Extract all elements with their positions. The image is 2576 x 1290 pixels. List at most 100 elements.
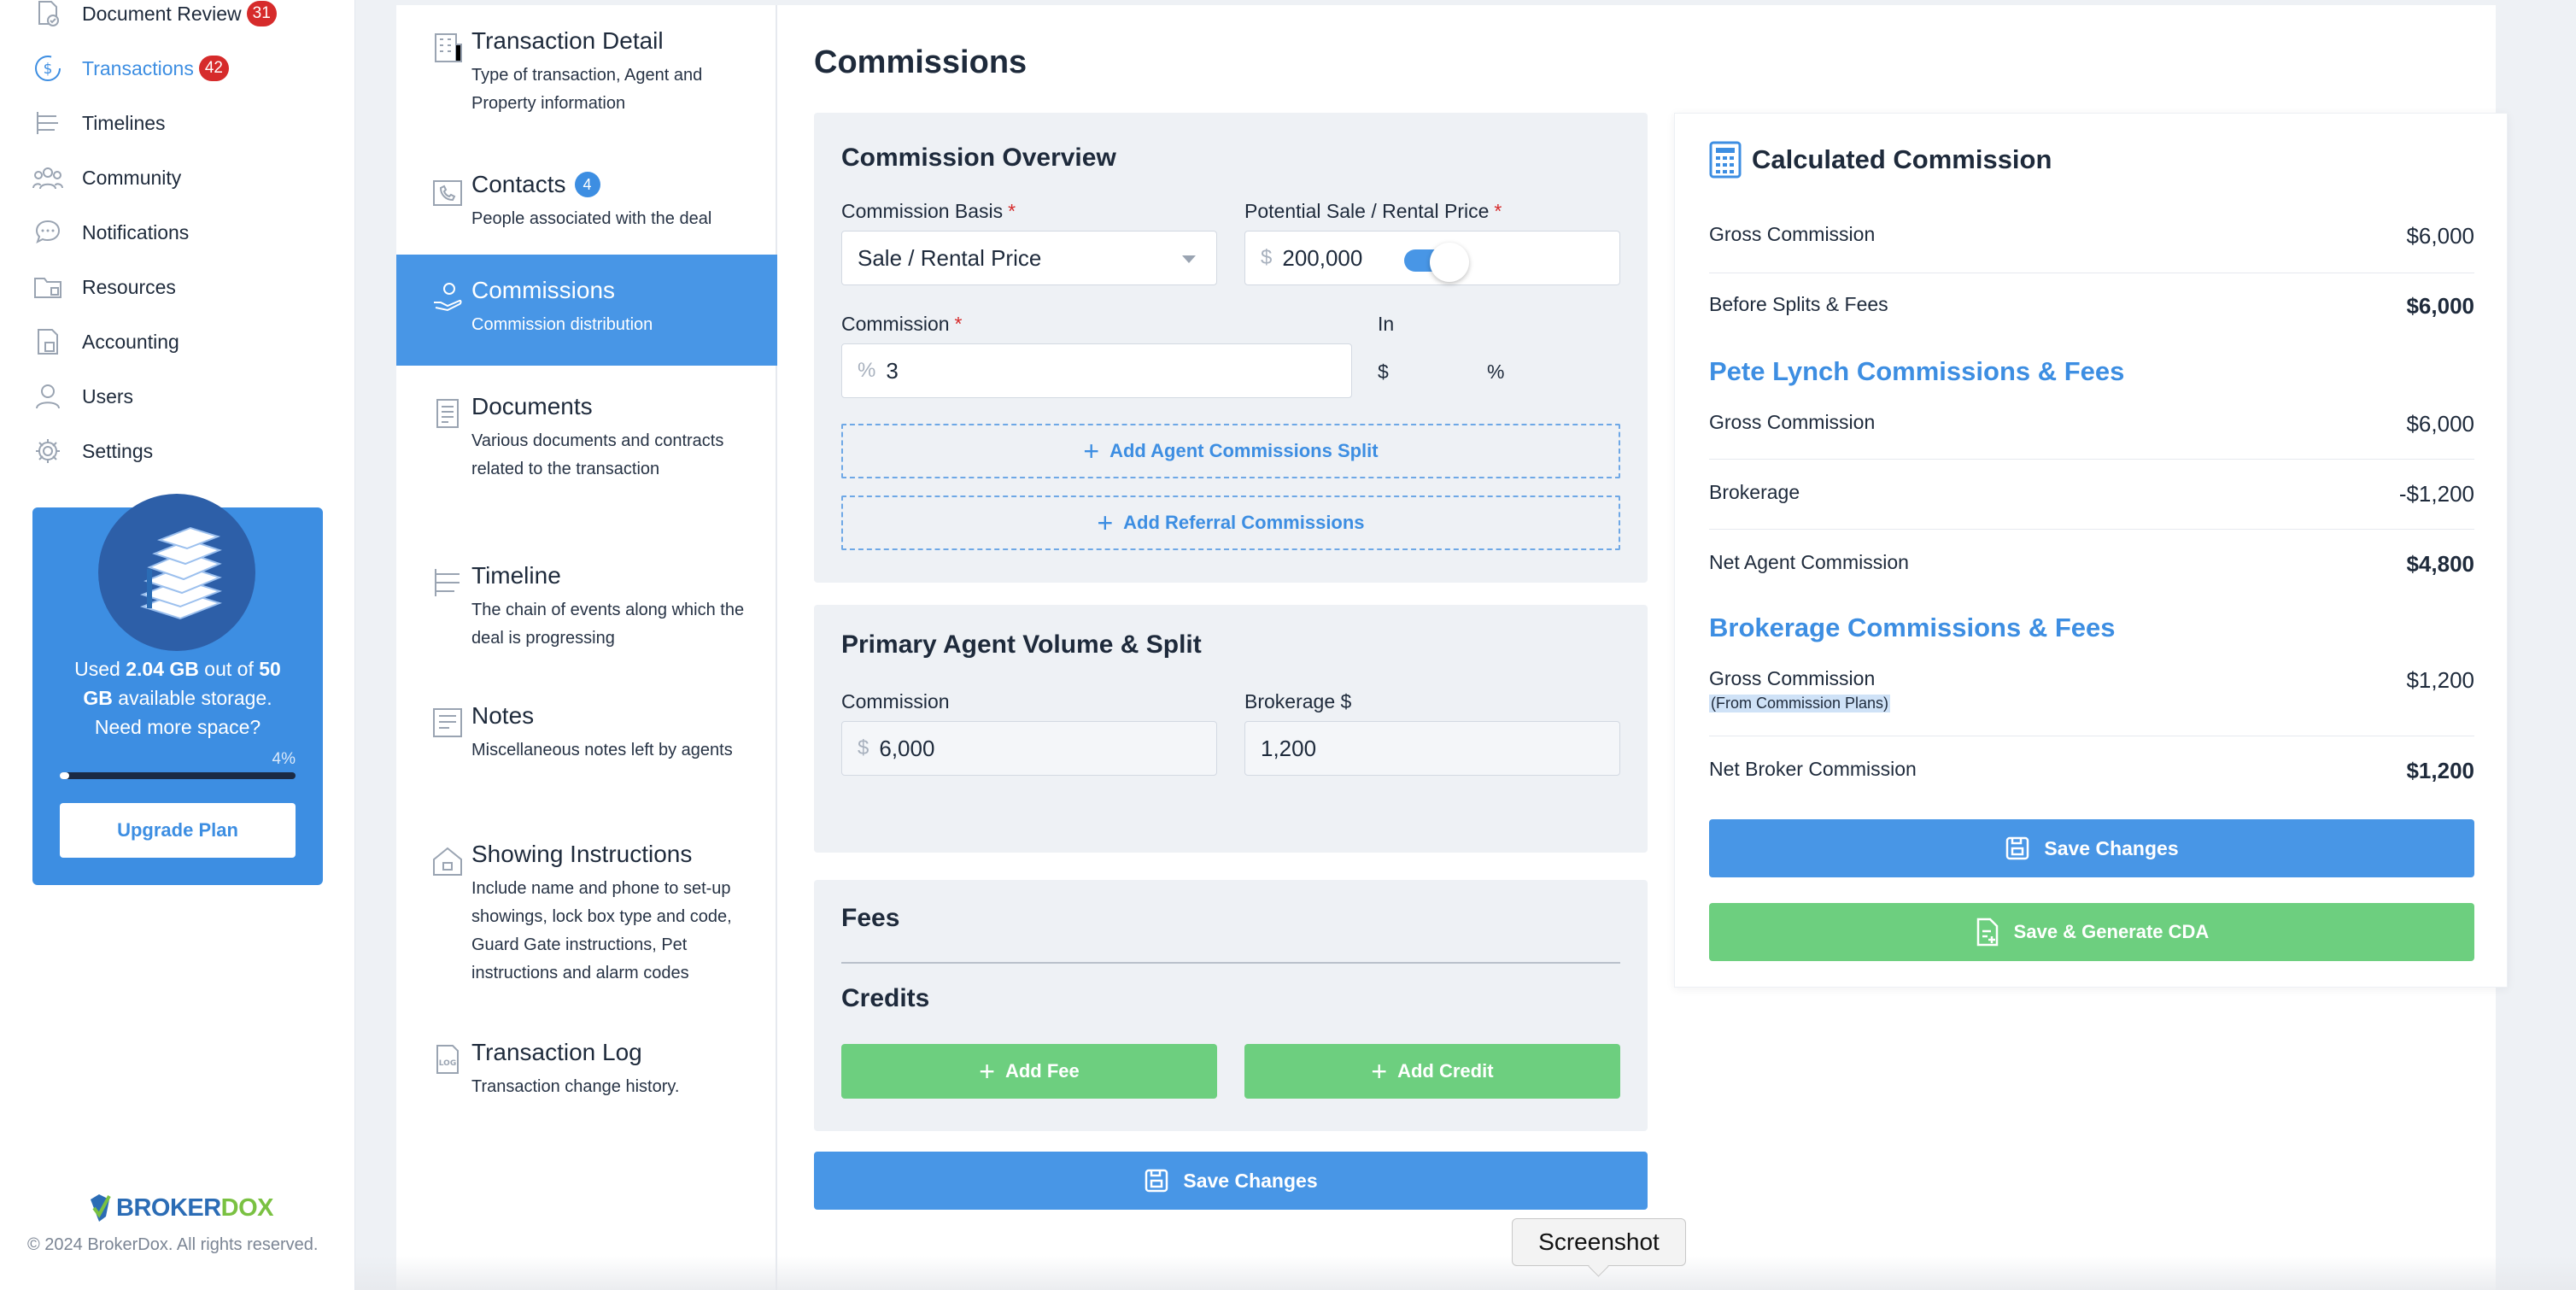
card-save-changes-button[interactable]: Save Changes <box>1709 819 2474 877</box>
sidebar-item-label: Timelines <box>82 111 166 134</box>
sidebar-item-label: Transactions <box>82 56 194 79</box>
save-generate-cda-button[interactable]: Save & Generate CDA <box>1709 903 2474 961</box>
community-icon <box>31 161 65 195</box>
commission-basis-select[interactable]: Sale / Rental Price <box>841 231 1217 285</box>
primary-commission-label: Commission <box>841 690 950 712</box>
select-value: Sale / Rental Price <box>858 244 1042 271</box>
toggle-percent-label: % <box>1487 361 1505 383</box>
before-splits-row: Before Splits & Fees $6,000 <box>1709 293 2474 320</box>
brokerage-input[interactable]: 1,200 <box>1244 721 1620 776</box>
card-title: Calculated Commission <box>1752 144 2052 174</box>
add-referral-button[interactable]: + Add Referral Commissions <box>841 495 1620 550</box>
broker-section-title: Brokerage Commissions & Fees <box>1709 613 2116 642</box>
bottom-shadow <box>355 1256 2576 1290</box>
gear-icon <box>31 434 65 468</box>
add-fee-button[interactable]: + Add Fee <box>841 1044 1217 1099</box>
sidebar-item-label: Accounting <box>82 330 179 353</box>
step-documents[interactable]: Documents Various documents and contract… <box>396 371 777 499</box>
step-contacts[interactable]: Contacts 4 People associated with the dea… <box>396 149 777 251</box>
toggle-knob <box>1430 243 1469 282</box>
storage-percent: 4% <box>272 750 296 768</box>
row-value: $1,200 <box>2406 667 2474 693</box>
step-title-text: Contacts <box>471 171 566 197</box>
storage-illustration <box>98 494 255 651</box>
step-transaction-log[interactable]: LOG Transaction Log Transaction change h… <box>396 1017 777 1111</box>
hand-coin-icon <box>430 280 465 314</box>
sidebar-item-users[interactable]: Users <box>31 372 133 420</box>
dollar-percent-toggle[interactable] <box>1404 243 1472 282</box>
required-mark: * <box>1008 200 1016 222</box>
sidebar-item-label: Resources <box>82 275 176 298</box>
net-broker-row: Net Broker Commission $1,200 <box>1709 758 2474 784</box>
fees-title: Fees <box>841 904 900 932</box>
row-value: $6,000 <box>2406 223 2474 249</box>
document-check-icon <box>31 0 65 31</box>
contacts-count-badge: 4 <box>574 172 600 197</box>
brokerdox-logo: BROKER DOX <box>89 1193 274 1223</box>
step-description: Transaction change history. <box>471 1077 680 1096</box>
sidebar-item-notifications[interactable]: Notifications <box>31 208 189 256</box>
step-description: Commission distribution <box>471 315 653 334</box>
svg-text:$: $ <box>44 61 53 78</box>
count-badge: 42 <box>198 56 229 81</box>
save-changes-button[interactable]: Save Changes <box>814 1152 1648 1210</box>
agent-gross-row: Gross Commission $6,000 <box>1709 411 2474 437</box>
upgrade-plan-button[interactable]: Upgrade Plan <box>60 803 296 858</box>
sidebar-item-label: Users <box>82 384 134 408</box>
sidebar-item-resources[interactable]: Resources <box>31 263 176 311</box>
step-notes[interactable]: Notes Miscellaneous notes left by agents <box>396 680 777 791</box>
button-label: Add Credit <box>1397 1060 1494 1082</box>
step-showing-instructions[interactable]: Showing Instructions Include name and ph… <box>396 818 777 989</box>
sidebar-item-settings[interactable]: Settings <box>31 427 153 475</box>
sidebar-item-timelines[interactable]: Timelines <box>31 99 166 147</box>
step-description: Include name and phone to set-up showing… <box>471 879 732 982</box>
input-value: 3 <box>886 357 899 384</box>
document-add-icon <box>1976 918 1998 947</box>
folder-icon <box>31 270 65 304</box>
divider <box>1709 459 2474 460</box>
calculated-commission-card: Calculated Commission Gross Commission $6… <box>1674 113 2508 988</box>
commission-input[interactable]: % 3 <box>841 343 1352 398</box>
divider <box>841 962 1620 964</box>
commission-plans-note: (From Commission Plans) <box>1709 695 1891 712</box>
row-label: Gross Commission <box>1709 223 1876 245</box>
primary-agent-panel: Primary Agent Volume & Split Commission … <box>814 605 1648 853</box>
plus-icon: + <box>1371 1056 1388 1087</box>
agent-section-title: Pete Lynch Commissions & Fees <box>1709 356 2125 386</box>
sidebar-item-transactions[interactable]: $ Transactions 42 <box>31 44 229 92</box>
sidebar-item-community[interactable]: Community <box>31 154 181 202</box>
brand-part1: BROKER <box>116 1193 221 1222</box>
row-label: Net Agent Commission <box>1709 551 1909 573</box>
sidebar-item-document-review[interactable]: Document Review 31 <box>31 0 277 38</box>
step-description: Miscellaneous notes left by agents <box>471 741 733 759</box>
sidebar-item-label: Community <box>82 166 182 189</box>
row-label: Before Splits & Fees <box>1709 293 1888 315</box>
button-label: Add Fee <box>1004 1060 1080 1082</box>
timeline-icon <box>430 566 465 600</box>
row-value: $1,200 <box>2406 758 2474 783</box>
dollar-prefix: $ <box>858 736 869 759</box>
row-value: $4,800 <box>2406 551 2474 577</box>
sidebar-item-accounting[interactable]: Accounting <box>31 318 179 366</box>
step-timeline[interactable]: Timeline The chain of events along which… <box>396 540 777 651</box>
button-label: Add Agent Commissions Split <box>1109 440 1379 461</box>
fees-credits-panel: Fees Credits + Add Fee + Add Credit <box>814 880 1648 1131</box>
step-title: Transaction Log <box>471 1039 642 1065</box>
step-transaction-detail[interactable]: Transaction Detail Type of transaction, … <box>396 5 777 125</box>
in-label: In <box>1378 313 1395 335</box>
card-header: Calculated Commission <box>1709 141 2052 179</box>
row-label: Gross Commission <box>1709 667 1876 689</box>
primary-commission-input[interactable]: $ 6,000 <box>841 721 1217 776</box>
add-credit-button[interactable]: + Add Credit <box>1244 1044 1620 1099</box>
required-mark: * <box>954 313 963 335</box>
step-commissions[interactable]: Commissions Commission distribution <box>396 255 777 366</box>
timeline-icon <box>31 106 65 140</box>
chevron-down-icon <box>1182 255 1196 263</box>
net-agent-row: Net Agent Commission $4,800 <box>1709 551 2474 578</box>
step-description: Various documents and contracts related … <box>471 431 724 478</box>
storage-progress-bar <box>60 772 296 779</box>
toggle-dollar-label: $ <box>1378 361 1389 383</box>
add-agent-split-button[interactable]: + Add Agent Commissions Split <box>841 424 1620 478</box>
commission-basis-label: Commission Basis * <box>841 200 1016 223</box>
button-label: Save Changes <box>2044 836 2179 859</box>
